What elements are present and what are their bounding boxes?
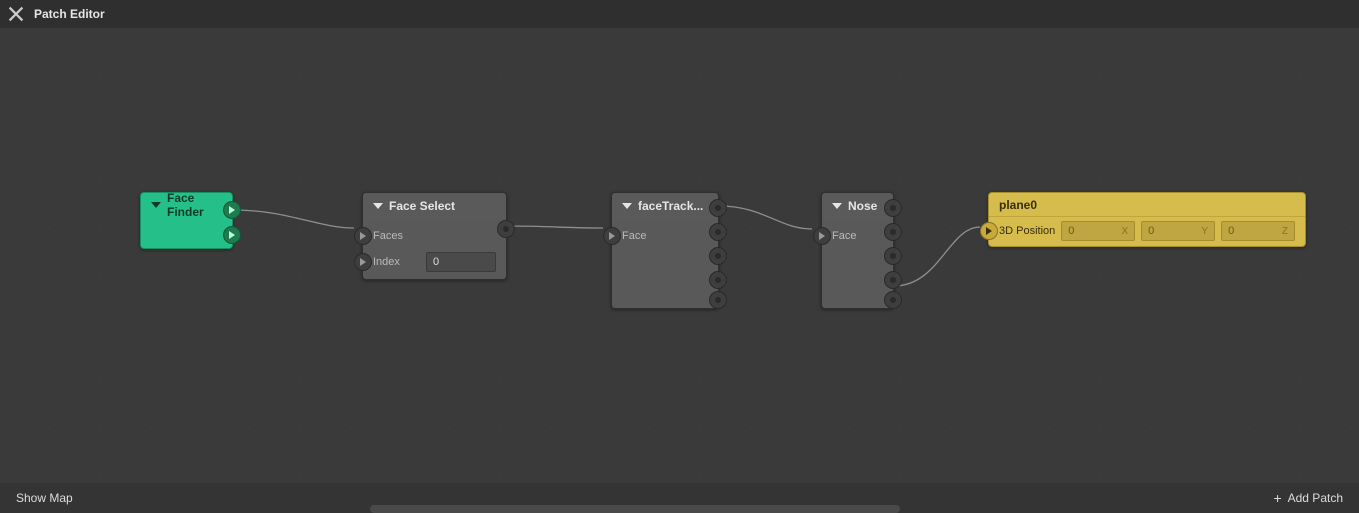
- output-port[interactable]: [709, 247, 727, 265]
- output-port[interactable]: [884, 223, 902, 241]
- output-port[interactable]: [709, 271, 727, 289]
- axis-label: Y: [1201, 226, 1208, 237]
- node-title: plane0: [989, 193, 1305, 217]
- input-label: 3D Position: [999, 225, 1055, 237]
- input-port[interactable]: [354, 227, 372, 245]
- axis-label: Z: [1282, 226, 1288, 237]
- output-port[interactable]: [884, 247, 902, 265]
- panel-header: Patch Editor: [0, 0, 1359, 28]
- output-port[interactable]: [223, 201, 241, 219]
- output-port[interactable]: [884, 199, 902, 217]
- vector-value: 0: [1148, 225, 1154, 237]
- node-face-finder[interactable]: Face Finder: [140, 192, 233, 249]
- node-title-text: faceTrack...: [638, 199, 703, 213]
- input-label: Face: [832, 230, 856, 242]
- input-label: Index: [373, 256, 400, 268]
- node-title-text: Face Select: [389, 199, 455, 213]
- output-port[interactable]: [709, 223, 727, 241]
- patch-canvas[interactable]: Face Finder Face Select Faces Index: [0, 28, 1359, 483]
- vector-z-input[interactable]: 0 Z: [1221, 221, 1295, 241]
- input-port[interactable]: [603, 227, 621, 245]
- node-facetrack[interactable]: faceTrack... Face: [611, 192, 719, 309]
- output-port[interactable]: [884, 291, 902, 309]
- node-title-text: Face Finder: [167, 191, 222, 219]
- input-label: Faces: [373, 230, 403, 242]
- node-title: Face Select: [363, 193, 506, 219]
- input-port[interactable]: [980, 222, 998, 240]
- caret-icon: [832, 203, 842, 209]
- panel-title: Patch Editor: [34, 7, 105, 21]
- input-label: Face: [622, 230, 646, 242]
- output-port[interactable]: [497, 220, 515, 238]
- output-port[interactable]: [884, 271, 902, 289]
- vector-value: 0: [1068, 225, 1074, 237]
- node-nose[interactable]: Nose Face: [821, 192, 894, 309]
- vector-y-input[interactable]: 0 Y: [1141, 221, 1215, 241]
- caret-icon: [622, 203, 632, 209]
- output-port[interactable]: [709, 199, 727, 217]
- axis-label: X: [1122, 226, 1129, 237]
- caret-icon: [373, 203, 383, 209]
- vector-value: 0: [1228, 225, 1234, 237]
- close-icon[interactable]: [8, 6, 24, 22]
- horizontal-scrollbar[interactable]: [370, 505, 900, 513]
- caret-icon: [151, 202, 161, 208]
- vector-x-input[interactable]: 0 X: [1061, 221, 1135, 241]
- output-port[interactable]: [223, 226, 241, 244]
- input-port[interactable]: [354, 253, 372, 271]
- output-port[interactable]: [709, 291, 727, 309]
- input-port[interactable]: [813, 227, 831, 245]
- show-map-button[interactable]: Show Map: [16, 491, 73, 505]
- node-title: Nose: [822, 193, 893, 219]
- node-plane0[interactable]: plane0 3D Position 0 X 0 Y 0 Z: [988, 192, 1306, 247]
- node-title: Face Finder: [141, 193, 232, 217]
- node-title-text: Nose: [848, 199, 877, 213]
- add-patch-button[interactable]: + Add Patch: [1273, 490, 1343, 506]
- node-title-text: plane0: [999, 198, 1037, 212]
- plus-icon: +: [1273, 490, 1281, 506]
- index-input[interactable]: [426, 252, 496, 272]
- node-face-select[interactable]: Face Select Faces Index: [362, 192, 507, 280]
- node-title: faceTrack...: [612, 193, 718, 219]
- add-patch-label: Add Patch: [1288, 491, 1343, 505]
